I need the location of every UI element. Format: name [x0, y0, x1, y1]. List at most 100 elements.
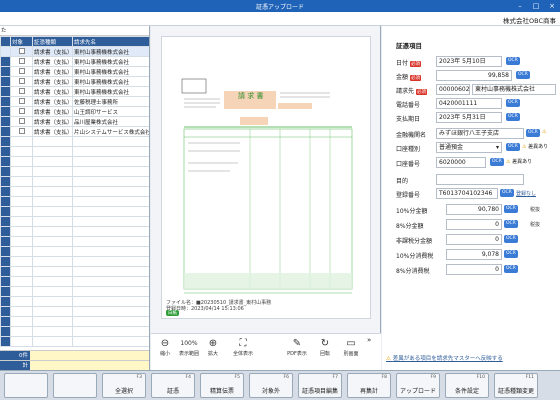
pdf-view-button[interactable]: ✎ PDF表示 [285, 337, 309, 357]
row-marker [0, 196, 11, 207]
function-key-2[interactable] [53, 373, 97, 398]
close-icon[interactable]: × [544, 0, 560, 12]
target-checkbox[interactable] [19, 128, 25, 135]
function-key-3[interactable]: F3 全選択 [102, 373, 146, 398]
function-key-1[interactable] [4, 373, 48, 398]
zoom-in-button[interactable]: ⊕ 拡大 [201, 337, 225, 357]
table-row[interactable] [0, 226, 149, 237]
function-key-6[interactable]: F6 対象外 [249, 373, 293, 398]
target-cell[interactable] [10, 66, 33, 77]
col-vendor-header[interactable]: 請求先名 [72, 36, 149, 47]
table-row[interactable] [0, 306, 149, 317]
target-cell[interactable] [10, 46, 33, 57]
target-checkbox[interactable] [19, 58, 25, 65]
preview-page[interactable]: 請 求 書 ファイル名：■20230510_請求書_東村山事務 登録日時：202… [161, 36, 371, 319]
maximize-icon[interactable]: □ [528, 0, 544, 12]
separate-window-button[interactable]: ▭ 別画面 [339, 337, 363, 357]
table-row[interactable] [0, 236, 149, 247]
table-row[interactable]: 請求書（支払） 東村山事務機株式会社 [0, 66, 149, 77]
target-cell[interactable] [10, 96, 33, 107]
target-checkbox[interactable] [19, 68, 25, 75]
table-row[interactable]: 請求書（支払） 東村山事務機株式会社 [0, 86, 149, 97]
zoom-out-button[interactable]: ⊖ 縮小 [153, 337, 177, 357]
table-row[interactable]: 請求書（支払） 品川屋業株式会社 [0, 116, 149, 127]
amount-10-field[interactable]: 90,780 [446, 204, 502, 215]
target-cell[interactable] [10, 106, 33, 117]
target-cell[interactable] [10, 126, 33, 137]
amount-field[interactable]: 99,858 [436, 70, 512, 81]
table-row[interactable]: 請求書（支払） 山王調印サービス [0, 106, 149, 117]
tax-10-field[interactable]: 9,078 [446, 249, 502, 260]
table-row[interactable] [0, 276, 149, 287]
target-cell[interactable] [10, 116, 33, 127]
registration-status-link[interactable]: 登録なし [516, 190, 536, 197]
table-row[interactable]: 請求書（支払） 東村山事務機株式会社 [0, 46, 149, 57]
table-row[interactable] [0, 246, 149, 257]
table-row[interactable] [0, 146, 149, 157]
function-key-4[interactable]: F4 証憑 [151, 373, 195, 398]
due-date-field[interactable]: 2023年 5月31日 [436, 112, 502, 123]
table-row[interactable] [0, 176, 149, 187]
type-cell [32, 186, 73, 197]
table-row[interactable] [0, 186, 149, 197]
col-type-header[interactable]: 証憑種類 [32, 36, 73, 47]
function-key-number: F5 [234, 375, 240, 380]
nontax-amount-field[interactable]: 0 [446, 234, 502, 245]
account-type-select[interactable]: 普通預金 ▾ [436, 142, 502, 153]
target-checkbox[interactable] [19, 118, 25, 125]
table-row[interactable] [0, 266, 149, 277]
registration-number-field[interactable]: T6013704102346 [436, 188, 498, 199]
table-row[interactable] [0, 196, 149, 207]
table-row[interactable] [0, 206, 149, 217]
target-cell[interactable] [10, 56, 33, 67]
target-checkbox[interactable] [19, 88, 25, 95]
target-cell[interactable] [10, 76, 33, 87]
vendor-code-field[interactable]: 00000602 [436, 84, 470, 95]
table-row[interactable] [0, 286, 149, 297]
ocr-badge: OCR [506, 99, 520, 107]
rotate-button[interactable]: ↻ 回転 [313, 337, 337, 357]
bank-field[interactable]: みずほ銀行八王子支店 [436, 128, 524, 139]
col-target-header[interactable]: 対象 [10, 36, 33, 47]
function-key-5[interactable]: F5 精算伝票 [200, 373, 244, 398]
table-row[interactable]: 請求書（支払） 佐藤税理士事務所 [0, 96, 149, 107]
function-key-10[interactable]: F10 条件設定 [445, 373, 489, 398]
account-number-field[interactable]: 6020000 [436, 157, 486, 168]
tax-8-field[interactable]: 0 [446, 264, 502, 275]
target-checkbox[interactable] [19, 98, 25, 105]
table-row[interactable] [0, 136, 149, 147]
amount-8-field[interactable]: 0 [446, 219, 502, 230]
date-field[interactable]: 2023年 5月10日 [436, 56, 502, 67]
table-row[interactable] [0, 326, 149, 337]
target-checkbox[interactable] [19, 78, 25, 85]
phone-field[interactable]: 0420001111 [436, 98, 502, 109]
vendor-name-field[interactable]: 東村山事務機株式会社 [472, 84, 556, 95]
apply-master-link[interactable]: ⚠ 差異がある項目を請求先マスターへ反映する [386, 354, 503, 362]
collapse-chevron-icon[interactable]: » [367, 336, 371, 344]
table-row[interactable] [0, 316, 149, 327]
target-checkbox[interactable] [19, 48, 25, 55]
target-cell[interactable] [10, 86, 33, 97]
zoom-out-icon: ⊖ [160, 338, 170, 349]
table-row[interactable] [0, 296, 149, 307]
minimize-icon[interactable]: – [512, 0, 528, 12]
table-row[interactable] [0, 216, 149, 227]
amount-row: 金額 必須 99,858 OCR [396, 70, 530, 81]
table-row[interactable] [0, 156, 149, 167]
table-row[interactable]: 請求書（支払） 東村山事務機株式会社 [0, 76, 149, 87]
table-row[interactable]: 請求書（支払） 東村山事務機株式会社 [0, 56, 149, 67]
vendor-cell [72, 256, 149, 267]
table-row[interactable] [0, 166, 149, 177]
table-row[interactable] [0, 256, 149, 267]
function-key-9[interactable]: F9 アップロード [396, 373, 440, 398]
function-key-7[interactable]: F7 証憑項目編集 [298, 373, 342, 398]
table-row[interactable]: 請求書（支払） 片山システムサービス株式会社 [0, 126, 149, 137]
function-key-8[interactable]: F8 再集計 [347, 373, 391, 398]
target-checkbox[interactable] [19, 108, 25, 115]
function-key-11[interactable]: F11 証憑種類変更 [494, 373, 538, 398]
purpose-field[interactable] [436, 174, 524, 185]
fit-all-button[interactable]: ⛶ 全体表示 [231, 337, 255, 357]
function-key-number: F9 [430, 375, 436, 380]
fit-range-button[interactable]: 100% 表示範囲 [177, 337, 201, 357]
table-row[interactable] [0, 336, 149, 347]
